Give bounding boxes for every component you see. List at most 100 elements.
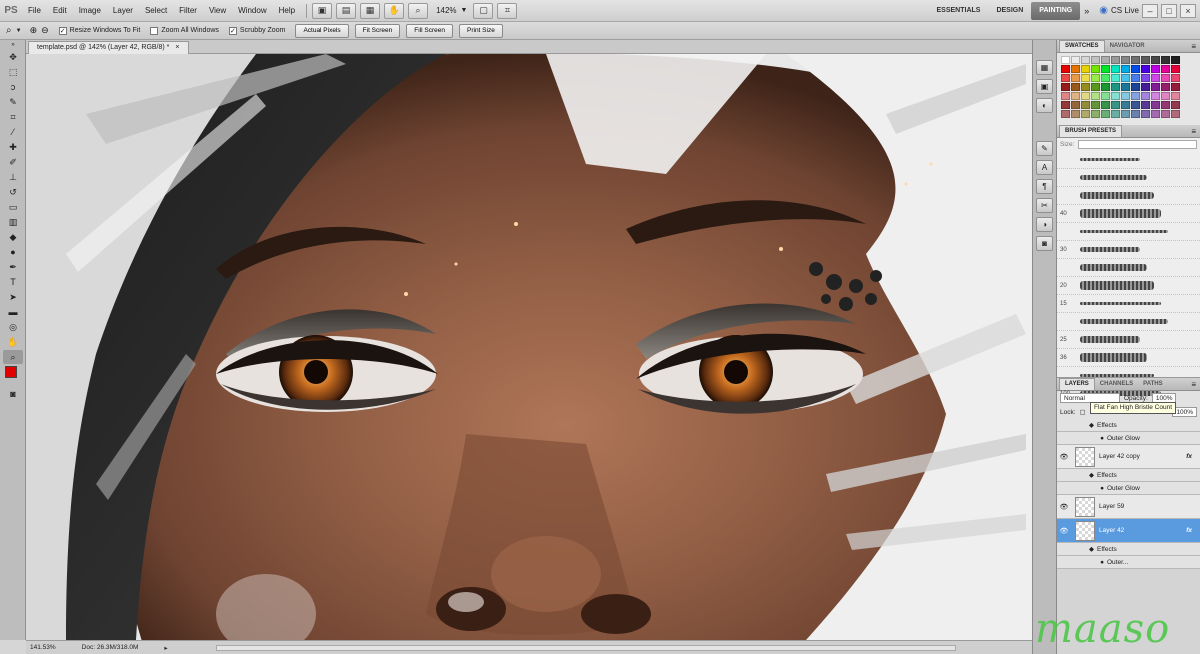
color-swatch[interactable] [1161, 101, 1170, 109]
brush-preset-item[interactable] [1057, 187, 1200, 205]
hand-tool-icon[interactable]: ✋ [3, 335, 23, 349]
color-swatch[interactable] [1121, 92, 1130, 100]
healing-brush-tool-icon[interactable]: ✚ [3, 140, 23, 154]
layer-row[interactable]: 👁︎ Layer 59 [1057, 495, 1200, 519]
zoom-tool-icon[interactable]: ⌕ [408, 2, 429, 19]
color-swatch[interactable] [1081, 101, 1090, 109]
layer-fx-badge[interactable]: fx [1186, 453, 1200, 460]
quick-mask-icon[interactable]: ◙ [3, 387, 23, 401]
color-swatch[interactable] [1071, 92, 1080, 100]
color-swatch[interactable] [1151, 83, 1160, 91]
actual-pixels-button[interactable]: Actual Pixels [295, 23, 349, 38]
navigator-panel-icon[interactable]: ▣ [1036, 79, 1053, 94]
status-menu-icon[interactable]: ▸ [164, 644, 167, 652]
brush-preset-item[interactable] [1057, 313, 1200, 331]
color-swatch[interactable] [1111, 92, 1120, 100]
menu-window[interactable]: Window [232, 0, 272, 22]
pen-tool-icon[interactable]: ✒ [3, 260, 23, 274]
color-swatch[interactable] [1171, 92, 1180, 100]
print-size-button[interactable]: Print Size [459, 23, 503, 38]
size-slider[interactable] [1078, 140, 1197, 149]
color-swatch[interactable] [1141, 83, 1150, 91]
visibility-eye-icon[interactable]: 👁︎ [1057, 527, 1071, 535]
menu-filter[interactable]: Filter [173, 0, 203, 22]
color-swatch[interactable] [1071, 56, 1080, 64]
quick-select-tool-icon[interactable]: ✎ [3, 95, 23, 109]
marquee-tool-icon[interactable]: ⬚ [3, 65, 23, 79]
color-swatch[interactable] [1081, 56, 1090, 64]
tab-channels[interactable]: CHANNELS [1095, 379, 1138, 390]
color-swatch[interactable] [1071, 74, 1080, 82]
color-swatch[interactable] [1101, 101, 1110, 109]
color-swatch[interactable] [1111, 83, 1120, 91]
lasso-tool-icon[interactable]: ↄ [3, 80, 23, 94]
menu-layer[interactable]: Layer [107, 0, 139, 22]
zoom-in-icon[interactable]: ⊕ [30, 25, 38, 36]
workspace-painting[interactable]: PAINTING [1031, 1, 1081, 20]
color-swatch[interactable] [1141, 56, 1150, 64]
tab-brush-presets[interactable]: BRUSH PRESETS [1059, 125, 1123, 137]
color-swatch[interactable] [1131, 56, 1140, 64]
brush-preset-item[interactable]: 40 [1057, 205, 1200, 223]
color-swatch[interactable] [1121, 74, 1130, 82]
color-swatch[interactable] [1171, 65, 1180, 73]
brush-preset-item[interactable]: 15 [1057, 295, 1200, 313]
color-swatch[interactable] [1141, 65, 1150, 73]
path-selection-tool-icon[interactable]: ➤ [3, 290, 23, 304]
tab-navigator[interactable]: NAVIGATOR [1105, 41, 1150, 52]
menu-image[interactable]: Image [73, 0, 107, 22]
arrange-documents-icon[interactable]: ▦ [360, 2, 381, 19]
close-icon[interactable]: × [1180, 3, 1196, 18]
color-swatch[interactable] [1111, 110, 1120, 118]
brush-preset-item[interactable] [1057, 223, 1200, 241]
color-swatch[interactable] [1141, 110, 1150, 118]
color-swatch[interactable] [1071, 83, 1080, 91]
layer-effect-row[interactable]: ◆ Effects [1057, 543, 1200, 556]
panel-menu-icon[interactable]: ≡ [1191, 41, 1200, 52]
color-swatch[interactable] [1081, 83, 1090, 91]
brush-panel-icon[interactable]: ✎ [1036, 141, 1053, 156]
hand-tool-icon[interactable]: ✋ [384, 2, 405, 19]
color-panel-icon[interactable]: ◐ [1036, 98, 1053, 113]
color-swatch[interactable] [1071, 101, 1080, 109]
color-swatch[interactable] [1061, 110, 1070, 118]
color-swatch[interactable] [1151, 74, 1160, 82]
color-swatch[interactable] [1091, 65, 1100, 73]
brush-preset-item[interactable]: 20 [1057, 277, 1200, 295]
color-swatch[interactable] [1061, 83, 1070, 91]
launch-bridge-icon[interactable]: ▣ [312, 2, 333, 19]
color-swatch[interactable] [1151, 101, 1160, 109]
3d-rotate-tool-icon[interactable]: ◎ [3, 320, 23, 334]
layer-effect-row[interactable]: ● Outer Glow [1057, 482, 1200, 495]
brush-preset-item[interactable] [1057, 169, 1200, 187]
color-swatch[interactable] [1161, 92, 1170, 100]
resize-windows-checkbox[interactable]: ✓ Resize Windows To Fit [58, 26, 140, 35]
color-swatch[interactable] [1161, 65, 1170, 73]
color-swatch[interactable] [1121, 101, 1130, 109]
character-panel-icon[interactable]: A [1036, 160, 1053, 175]
scrubby-zoom-checkbox[interactable]: ✓ Scrubby Zoom [228, 26, 285, 35]
brush-preset-item[interactable]: 36 [1057, 349, 1200, 367]
color-swatch[interactable] [1111, 56, 1120, 64]
clone-stamp-tool-icon[interactable]: ⊥ [3, 170, 23, 184]
dodge-tool-icon[interactable]: ● [3, 245, 23, 259]
color-swatch[interactable] [1171, 110, 1180, 118]
color-swatch[interactable] [1091, 74, 1100, 82]
color-swatch[interactable] [1081, 65, 1090, 73]
adjustments-panel-icon[interactable]: ◑ [1036, 217, 1053, 232]
color-swatch[interactable] [1161, 110, 1170, 118]
color-swatch[interactable] [1121, 56, 1130, 64]
color-swatch[interactable] [1091, 83, 1100, 91]
brush-preset-item[interactable] [1057, 259, 1200, 277]
color-swatch[interactable] [1151, 110, 1160, 118]
collapse-toolbar-icon[interactable]: » [3, 41, 23, 49]
type-tool-icon[interactable]: T [3, 275, 23, 289]
color-swatch[interactable] [1061, 74, 1070, 82]
horizontal-scrollbar[interactable] [216, 645, 956, 651]
color-swatch[interactable] [1171, 56, 1180, 64]
blur-tool-icon[interactable]: ◆ [3, 230, 23, 244]
screen-mode-icon[interactable]: ▢ [473, 2, 494, 19]
color-swatch[interactable] [1071, 65, 1080, 73]
color-swatch[interactable] [1061, 56, 1070, 64]
swatch-grid[interactable] [1057, 53, 1200, 125]
